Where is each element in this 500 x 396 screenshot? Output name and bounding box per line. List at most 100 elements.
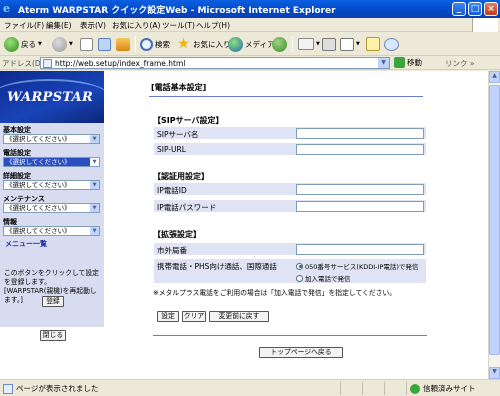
address-bar: アドレス(D) http://web.setup/index_frame.htm… <box>0 56 500 70</box>
area-code-input[interactable] <box>296 244 424 255</box>
chevron-down-icon: ▼ <box>90 227 99 235</box>
scroll-down-icon[interactable]: ▼ <box>489 367 500 379</box>
chevron-down-icon: ▼ <box>90 158 99 166</box>
status-divider <box>340 382 341 395</box>
stop-button[interactable] <box>80 35 95 53</box>
maximize-button[interactable]: □ <box>468 2 482 16</box>
mail-icon <box>298 38 314 50</box>
left-menu-panel: 基本設定 《選択してください》 ▼ 電話設定 《選択してください》 ▼ 詳細設定… <box>0 123 104 248</box>
register-button[interactable]: 登録 <box>42 296 64 307</box>
status-divider <box>362 382 363 395</box>
area-code-row: 市外局番 <box>153 242 427 256</box>
vertical-scrollbar[interactable]: ▲ ▼ <box>488 71 500 379</box>
area-code-label: 市外局番 <box>157 246 187 255</box>
links-button[interactable]: リンク » <box>445 58 474 69</box>
radio-unselected-icon <box>296 274 303 282</box>
toolbar-separator <box>292 36 293 52</box>
security-zone: 信頼済みサイト <box>410 383 476 394</box>
ip-phone-password-row: IP電話パスワード <box>153 199 427 213</box>
phone-settings-select[interactable]: 《選択してください》 ▼ <box>3 157 100 167</box>
ip-phone-id-label: IP電話ID <box>157 186 187 195</box>
discuss-button[interactable] <box>366 35 382 53</box>
edit-button[interactable]: ▼ <box>340 35 360 53</box>
menu-file[interactable]: ファイル(F) <box>4 20 44 31</box>
media-button[interactable]: メディア <box>228 35 274 53</box>
advanced-settings-select[interactable]: 《選択してください》 ▼ <box>3 180 100 190</box>
main-frame: [電話基本設定] 【SIPサーバ設定】 SIPサーバ名 SIP-URL 【認証用… <box>105 71 488 379</box>
maintenance-select[interactable]: 《選択してください》 ▼ <box>3 203 100 213</box>
sip-section-title: 【SIPサーバ設定】 <box>153 116 224 125</box>
close-window-button[interactable]: × <box>484 2 498 16</box>
status-divider <box>406 382 407 395</box>
go-button[interactable]: 移動 <box>394 57 422 68</box>
page-icon <box>43 59 52 68</box>
status-message: ページが表示されました <box>3 383 98 394</box>
messenger-button[interactable] <box>384 35 401 53</box>
windows-flag-icon <box>472 18 498 32</box>
search-button[interactable]: 検索 <box>140 35 170 53</box>
menu-favorites[interactable]: お気に入り(A) <box>112 20 160 31</box>
trusted-zone-icon <box>410 383 420 394</box>
status-divider <box>384 382 385 395</box>
ip-phone-id-input[interactable] <box>296 184 424 195</box>
ip-phone-password-label: IP電話パスワード <box>157 203 217 212</box>
scroll-up-icon[interactable]: ▲ <box>489 71 500 83</box>
menu-tools[interactable]: ツール(T) <box>162 20 195 31</box>
ip-phone-password-input[interactable] <box>296 201 424 212</box>
revert-button[interactable]: 変更前に戻す <box>209 311 269 322</box>
stop-icon <box>80 37 93 51</box>
search-icon <box>140 37 153 51</box>
chevron-down-icon: ▼ <box>90 135 99 143</box>
favorites-button[interactable]: ★ お気に入り <box>176 35 230 53</box>
menu-view[interactable]: 表示(V) <box>80 20 106 31</box>
star-icon: ★ <box>177 35 190 52</box>
toolbar-separator <box>135 36 136 52</box>
mail-button[interactable]: ▼ <box>298 35 320 53</box>
sip-server-name-input[interactable] <box>296 128 424 139</box>
logo-area: WARPSTAR <box>0 71 104 123</box>
chevron-down-icon[interactable]: ▼ <box>378 58 389 68</box>
forward-button[interactable]: ▼ <box>52 35 73 53</box>
menu-help[interactable]: ヘルプ(H) <box>196 20 230 31</box>
refresh-icon <box>98 37 111 51</box>
note-icon <box>366 37 380 51</box>
basic-settings-select[interactable]: 《選択してください》 ▼ <box>3 134 100 144</box>
minimize-button[interactable]: _ <box>452 2 466 16</box>
forward-arrow-icon <box>52 36 67 52</box>
edit-page-icon <box>340 37 354 51</box>
sip-url-input[interactable] <box>296 144 424 155</box>
address-label: アドレス(D) <box>2 59 44 68</box>
menu-bar: ファイル(F) 編集(E) 表示(V) お気に入り(A) ツール(T) ヘルプ(… <box>0 18 500 32</box>
bottom-divider <box>153 335 427 336</box>
print-icon <box>322 37 336 51</box>
radio-050-service[interactable]: 050番号サービス(KDDI-IP電話)で発信 <box>296 261 418 271</box>
back-to-top-button[interactable]: トップページへ戻る <box>259 347 343 358</box>
history-button[interactable] <box>272 35 289 53</box>
print-button[interactable] <box>322 35 338 53</box>
back-button[interactable]: 戻る ▼ <box>4 35 42 53</box>
clear-button[interactable]: クリア <box>182 311 206 322</box>
address-input[interactable]: http://web.setup/index_frame.html ▼ <box>40 57 390 69</box>
status-bar: ページが表示されました 信頼済みサイト <box>0 379 500 396</box>
chevron-down-icon: ▼ <box>356 41 360 47</box>
set-button[interactable]: 設定 <box>157 311 179 322</box>
ext-section-title: 【拡張設定】 <box>153 230 201 239</box>
home-button[interactable] <box>116 35 132 53</box>
home-icon <box>116 37 130 51</box>
title-bar: e Aterm WARPSTAR クイック設定Web - Microsoft I… <box>0 0 500 18</box>
close-page-button[interactable]: 閉じる <box>40 330 66 341</box>
history-icon <box>272 36 287 52</box>
menu-edit[interactable]: 編集(E) <box>46 20 72 31</box>
chevron-down-icon: ▼ <box>90 181 99 189</box>
window-title: Aterm WARPSTAR クイック設定Web - Microsoft Int… <box>18 6 336 16</box>
messenger-icon <box>384 37 399 51</box>
radio-subscriber-line[interactable]: 加入電話で発信 <box>296 273 351 283</box>
mobile-call-row: 携帯電話・PHS向け通話、国際通話 050番号サービス(KDDI-IP電話)で発… <box>153 258 427 284</box>
auth-section-title: 【認証用設定】 <box>153 172 209 181</box>
scroll-thumb[interactable] <box>489 85 500 355</box>
go-arrow-icon <box>394 57 405 68</box>
refresh-button[interactable] <box>98 35 113 53</box>
sip-server-name-label: SIPサーバ名 <box>157 130 199 139</box>
info-select[interactable]: 《選択してください》 ▼ <box>3 226 100 236</box>
page-title: [電話基本設定] <box>149 81 423 97</box>
